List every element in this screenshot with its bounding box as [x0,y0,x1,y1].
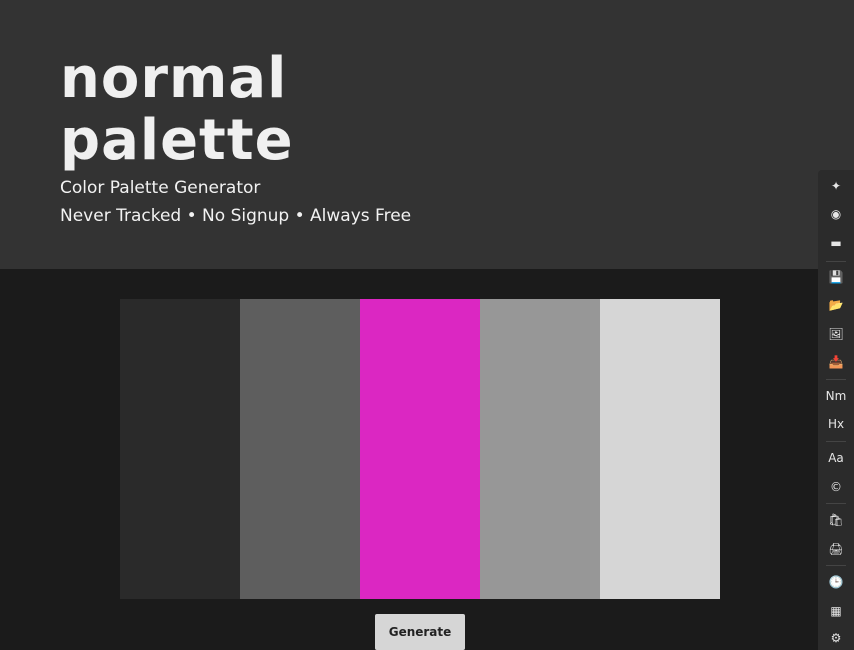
gear-icon[interactable]: ⚙ [822,626,850,650]
sparkle-icon[interactable]: ✦ [822,174,850,198]
copyright-icon[interactable]: © [822,475,850,499]
save-icon[interactable]: 💾 [822,265,850,289]
side-toolbar: ✦ ◉ ▬ 💾 📂 🖼 📥 Nm Hx Aa © 🛍 🖨 🕒 ▦ ⚙ [818,170,854,650]
color-swatch-1[interactable] [120,299,240,599]
toolbar-divider [826,503,846,504]
toolbar-divider [826,441,846,442]
palette [120,299,720,599]
color-swatch-2[interactable] [240,299,360,599]
tagline: Never Tracked • No Signup • Always Free [60,206,412,226]
shopping-bag-icon[interactable]: 🛍 [822,508,850,532]
image-icon[interactable]: 🖼 [822,322,850,346]
generate-button[interactable]: Generate [375,614,465,650]
inbox-icon[interactable]: 📥 [822,350,850,374]
brand-line-2: palette [60,108,294,173]
toolbar-divider [826,261,846,262]
folder-icon[interactable]: 📂 [822,293,850,317]
brand-logo: normal palette [60,48,294,172]
page-subtitle: Color Palette Generator [60,178,261,198]
eye-icon[interactable]: ◉ [822,202,850,226]
toolbar-divider [826,379,846,380]
gradient-icon[interactable]: ▬ [822,231,850,255]
header: normal palette Color Palette Generator N… [0,0,854,269]
clock-icon[interactable]: 🕒 [822,570,850,594]
name-toggle[interactable]: Nm [822,384,850,408]
print-icon[interactable]: 🖨 [822,537,850,561]
font-icon[interactable]: Aa [822,446,850,470]
brand-line-1: normal [60,46,288,111]
hex-toggle[interactable]: Hx [822,412,850,436]
grid-icon[interactable]: ▦ [822,599,850,623]
toolbar-divider [826,565,846,566]
color-swatch-5[interactable] [600,299,720,599]
color-swatch-4[interactable] [480,299,600,599]
color-swatch-3[interactable] [360,299,480,599]
